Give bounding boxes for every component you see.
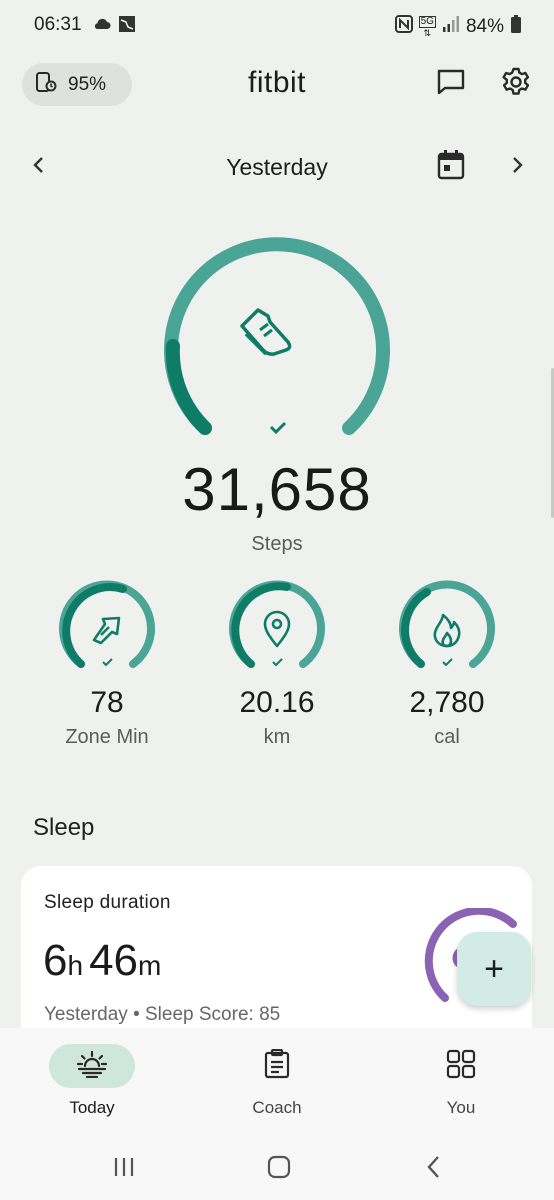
location-pin-icon (263, 610, 291, 648)
zone-arrow-icon (92, 616, 121, 645)
flame-icon (433, 613, 461, 648)
clipboard-icon (263, 1048, 291, 1084)
calories-goal-check (442, 658, 453, 667)
zone-goal-check (102, 658, 113, 667)
steps-ring-extra (165, 339, 212, 435)
shoe-icon (240, 308, 292, 356)
stat-label: km (263, 726, 291, 748)
sleep-hours: 6 (43, 936, 68, 985)
sunrise-icon (76, 1050, 108, 1083)
steps-goal-check (269, 421, 287, 435)
back-icon (424, 1155, 444, 1184)
sleep-card-title: Sleep duration (44, 892, 171, 913)
nav-item-you[interactable]: You (391, 1044, 531, 1118)
settings-button[interactable] (498, 66, 534, 102)
plus-icon: + (484, 950, 504, 988)
sleep-subtitle: Yesterday • Sleep Score: 85 (44, 1004, 281, 1025)
status-left-icons (92, 14, 136, 39)
nav-label-today: Today (69, 1098, 115, 1117)
nav-label-you: You (446, 1098, 476, 1117)
network-label: 5G (418, 16, 436, 28)
nfc-icon (394, 14, 413, 40)
add-button[interactable]: + (457, 932, 531, 1006)
app-title: fitbit (247, 66, 307, 99)
recents-button[interactable] (104, 1154, 144, 1184)
stat-label: Zone Min (65, 726, 149, 748)
distance-goal-check (272, 658, 283, 667)
cloud-icon (92, 14, 112, 39)
signal-icon (442, 15, 460, 39)
settings-icon (500, 66, 532, 103)
chat-icon (435, 66, 467, 103)
battery-icon (510, 14, 522, 40)
status-right: 5G ⇅ 84% (394, 14, 522, 40)
sleep-minutes: 46 (89, 936, 139, 985)
sleep-duration: 6h 46m (43, 936, 167, 986)
back-button[interactable] (414, 1154, 454, 1184)
nav-pill-coach (234, 1044, 320, 1088)
grid-icon (446, 1049, 476, 1084)
battery-percent: 84% (465, 16, 504, 37)
sleep-section-title: Sleep (33, 814, 95, 841)
sleep-hours-unit: h (67, 950, 84, 981)
sleep-minutes-unit: m (138, 950, 162, 981)
steps-label: Steps (251, 533, 303, 555)
chat-button[interactable] (433, 66, 469, 102)
steps-ring-track (164, 237, 390, 435)
steps-ring[interactable] (150, 222, 404, 452)
next-day-button[interactable] (500, 150, 534, 184)
nav-item-today[interactable]: Today (22, 1044, 162, 1118)
stat-calories[interactable]: 2,780 cal (382, 580, 512, 749)
nav-label-coach: Coach (252, 1098, 302, 1117)
home-icon (267, 1155, 291, 1184)
network-icon: 5G ⇅ (418, 16, 436, 38)
steps-value: 31,658 (182, 456, 372, 523)
stat-value: 20.16 (239, 686, 315, 719)
stat-label: cal (434, 726, 460, 748)
home-button[interactable] (259, 1154, 299, 1184)
bottom-nav: Today Coach You (0, 1028, 554, 1136)
calendar-button[interactable] (434, 149, 468, 186)
chevron-right-icon (507, 155, 527, 180)
calendar-icon (436, 149, 466, 186)
gallery-icon (118, 14, 136, 39)
nav-item-coach[interactable]: Coach (207, 1044, 347, 1118)
fitbit-today-screen: 06:31 5G ⇅ 84% 95% fitbit Yesterday 31,6… (0, 0, 554, 1200)
status-time: 06:31 (34, 14, 82, 35)
system-nav-bar (0, 1136, 554, 1200)
stat-zone-minutes[interactable]: 78 Zone Min (42, 580, 172, 749)
stat-value: 78 (90, 686, 124, 719)
nav-pill-you (418, 1044, 504, 1088)
stat-distance[interactable]: 20.16 km (212, 580, 342, 749)
stat-value: 2,780 (409, 686, 485, 719)
nav-pill-today (49, 1044, 135, 1088)
date-label: Yesterday (226, 154, 328, 180)
recents-icon (112, 1156, 136, 1183)
status-bar: 06:31 5G ⇅ 84% (0, 0, 554, 52)
